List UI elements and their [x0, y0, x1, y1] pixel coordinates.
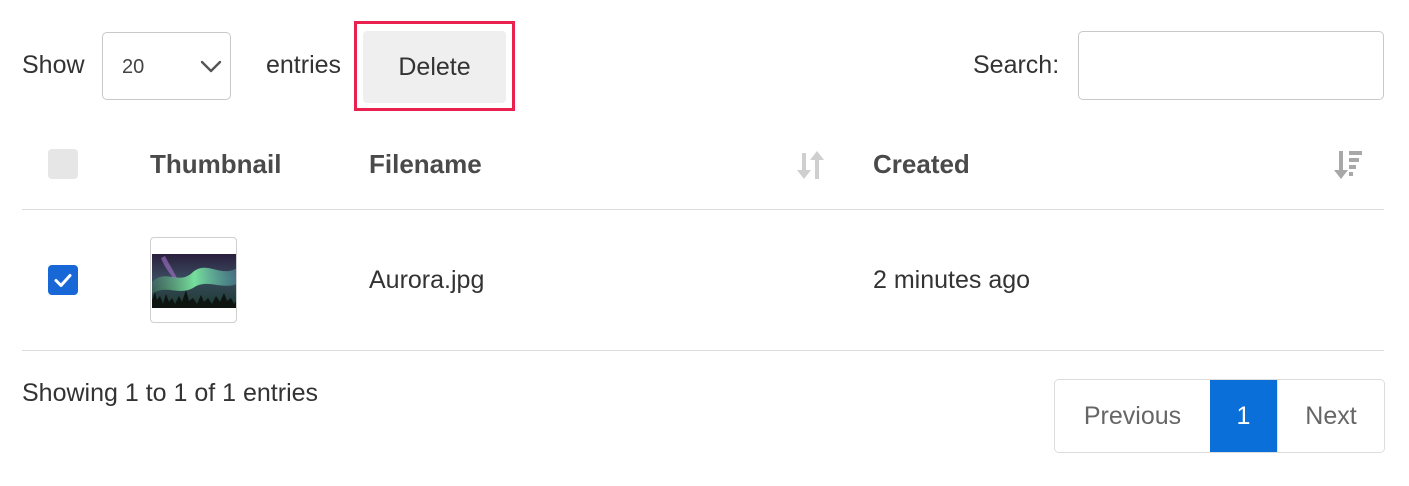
column-header-filename[interactable]: Filename — [369, 147, 482, 181]
previous-page-button[interactable]: Previous — [1055, 380, 1210, 452]
pagination: Previous 1 Next — [1054, 379, 1385, 453]
next-page-button[interactable]: Next — [1277, 380, 1384, 452]
row-created: 2 minutes ago — [873, 266, 1031, 294]
table-info: Showing 1 to 1 of 1 entries — [22, 379, 319, 407]
select-all-checkbox[interactable] — [48, 149, 78, 179]
entries-label: entries — [266, 51, 342, 79]
page-length-select[interactable]: 20 — [102, 32, 231, 100]
delete-button[interactable]: Delete — [363, 31, 506, 103]
header-divider — [22, 209, 1384, 210]
column-header-created[interactable]: Created — [873, 147, 970, 181]
file-table-page: Show 20 entries Delete Search: Thumbnail… — [0, 0, 1409, 486]
check-icon — [54, 274, 72, 287]
sort-both-icon[interactable] — [796, 149, 826, 181]
show-label: Show — [22, 51, 85, 79]
search-input[interactable] — [1078, 31, 1384, 100]
row-checkbox[interactable] — [48, 265, 78, 295]
sort-desc-icon[interactable] — [1334, 149, 1364, 181]
row-divider — [22, 350, 1384, 351]
row-filename: Aurora.jpg — [369, 266, 485, 294]
chevron-down-icon — [200, 60, 222, 73]
aurora-image — [152, 254, 236, 308]
thumbnail-image[interactable] — [150, 237, 237, 323]
page-length-value: 20 — [122, 56, 145, 78]
search-label: Search: — [973, 51, 1060, 79]
column-header-thumbnail: Thumbnail — [150, 149, 282, 179]
page-1-button[interactable]: 1 — [1210, 380, 1277, 452]
